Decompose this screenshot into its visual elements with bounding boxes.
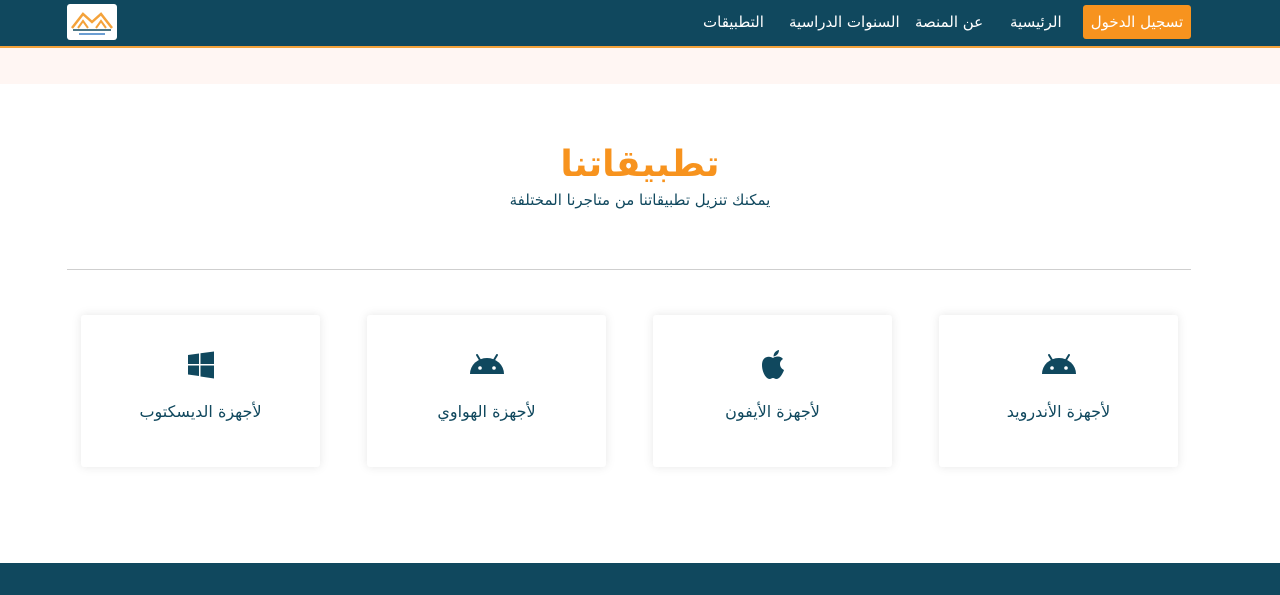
nav-link-about[interactable]: عن المنصة xyxy=(915,0,983,44)
app-card-android[interactable]: لأجهزة الأندرويد xyxy=(939,315,1178,467)
app-card-label: لأجهزة الأندرويد xyxy=(1006,402,1111,421)
logo-roof-icon xyxy=(71,12,113,35)
app-card-label: لأجهزة الهواوي xyxy=(437,402,536,421)
app-card-iphone[interactable]: لأجهزة الأيفون xyxy=(653,315,892,467)
login-button[interactable]: تسجيل الدخول xyxy=(1083,5,1191,39)
footer xyxy=(0,563,1280,595)
site-logo[interactable] xyxy=(67,4,117,40)
app-card-label: لأجهزة الديسكتوب xyxy=(139,402,262,421)
page-title: تطبيقاتنا xyxy=(560,144,720,185)
app-card-label: لأجهزة الأيفون xyxy=(725,402,820,421)
top-navbar: تسجيل الدخول الرئيسية عن المنصة السنوات … xyxy=(0,0,1280,48)
apple-icon xyxy=(653,347,892,383)
announcement-strip xyxy=(0,48,1280,84)
android-icon xyxy=(367,347,606,383)
windows-icon xyxy=(81,347,320,383)
nav-link-school-years[interactable]: السنوات الدراسية xyxy=(789,0,900,44)
page-subtitle: يمكنك تنزيل تطبيقاتنا من متاجرنا المختلف… xyxy=(509,191,771,209)
nav-link-home[interactable]: الرئيسية xyxy=(1010,0,1062,44)
app-card-desktop[interactable]: لأجهزة الديسكتوب xyxy=(81,315,320,467)
nav-link-apps[interactable]: التطبيقات xyxy=(703,0,764,44)
android-icon xyxy=(939,347,1178,383)
app-card-huawei[interactable]: لأجهزة الهواوي xyxy=(367,315,606,467)
section-divider xyxy=(67,269,1191,270)
